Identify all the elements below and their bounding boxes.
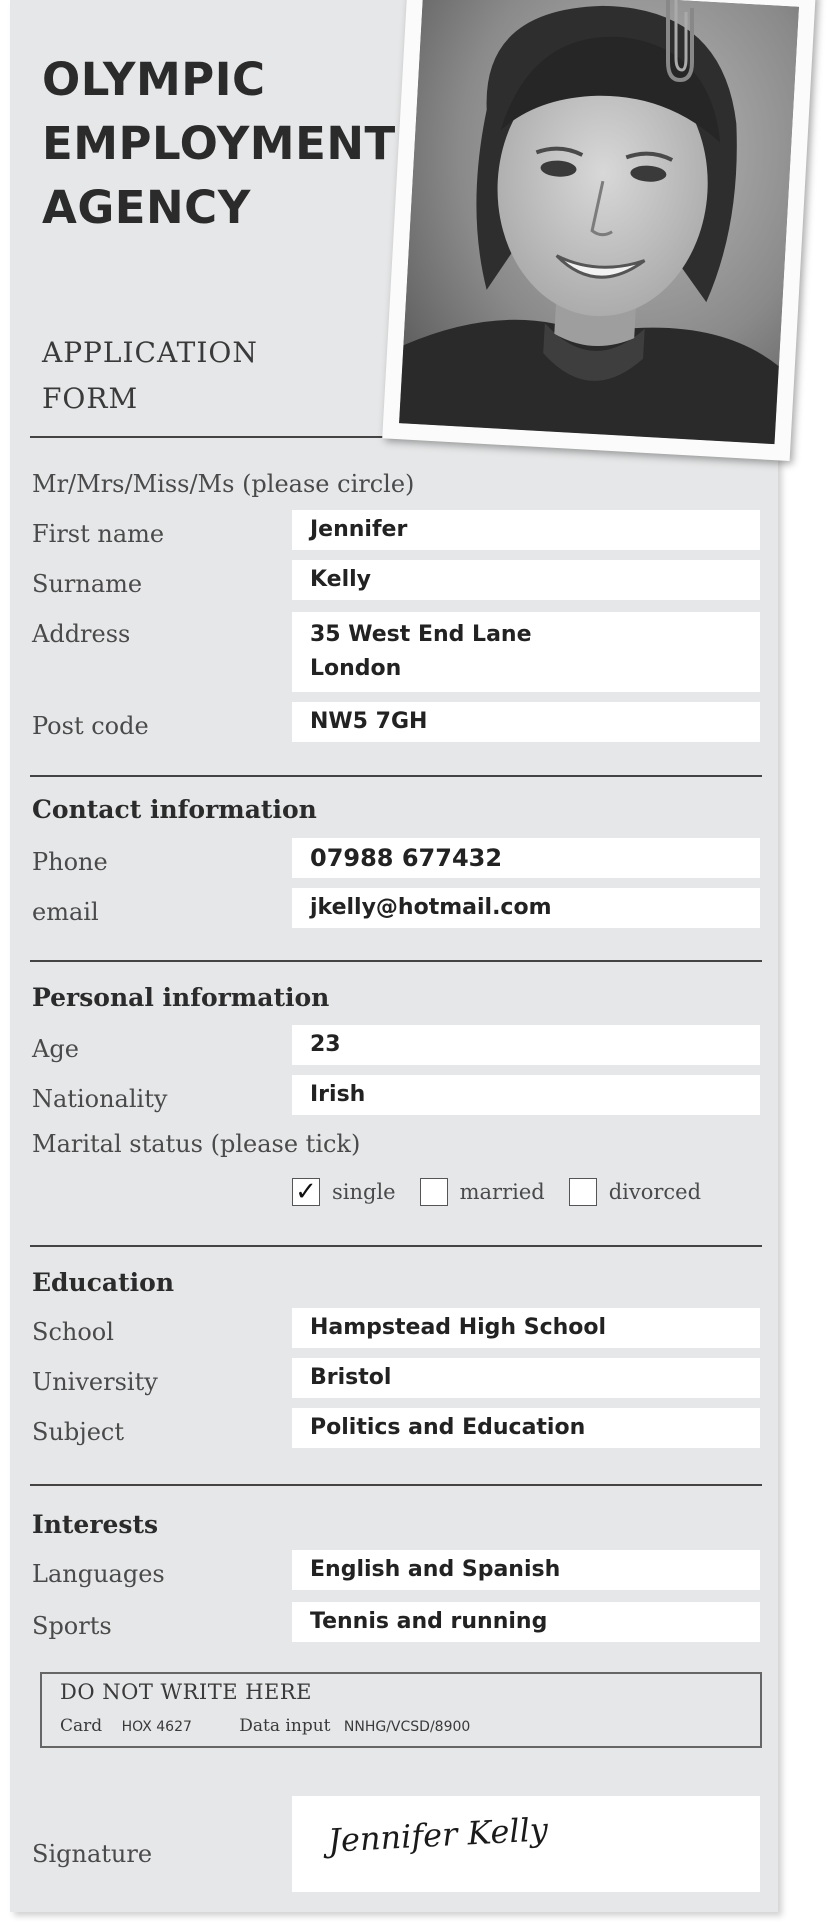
school-field[interactable]: Hampstead High School <box>292 1308 760 1348</box>
applicant-photo <box>399 0 799 445</box>
signature-value: Jennifer Kelly <box>327 1810 549 1860</box>
personal-info-heading: Personal information <box>32 983 330 1012</box>
card-value: HOX 4627 <box>121 1719 192 1735</box>
phone-field[interactable]: 07988 677432 <box>292 838 760 878</box>
nationality-field[interactable]: Irish <box>292 1075 760 1115</box>
divider-interests <box>30 1484 762 1486</box>
address-label: Address <box>32 620 131 648</box>
subject-field[interactable]: Politics and Education <box>292 1408 760 1448</box>
divorced-option-label: divorced <box>608 1180 702 1204</box>
nationality-label: Nationality <box>32 1085 168 1113</box>
agency-name: OLYMPIC EMPLOYMENT AGENCY <box>42 48 396 240</box>
address-field[interactable]: 35 West End Lane London <box>292 612 760 692</box>
agency-name-line-3: AGENCY <box>42 181 251 234</box>
card-label: Card <box>60 1716 103 1736</box>
office-use-details: Card HOX 4627 Data input NNHG/VCSD/8900 <box>60 1716 470 1736</box>
signature-label: Signature <box>32 1840 153 1868</box>
university-label: University <box>32 1368 158 1396</box>
divider-contact <box>30 775 762 777</box>
signature-field[interactable]: Jennifer Kelly <box>292 1796 760 1892</box>
sports-label: Sports <box>32 1612 112 1640</box>
agency-name-line-1: OLYMPIC <box>42 53 266 106</box>
data-input-label: Data input <box>239 1716 331 1736</box>
interests-heading: Interests <box>32 1510 159 1539</box>
applicant-portrait-icon <box>399 0 799 445</box>
divider-education <box>30 1245 762 1247</box>
phone-label: Phone <box>32 848 108 876</box>
office-use-box: DO NOT WRITE HERE Card HOX 4627 Data inp… <box>40 1672 762 1748</box>
single-option-label: single <box>332 1180 396 1204</box>
paperclip-icon <box>666 0 694 83</box>
sports-field[interactable]: Tennis and running <box>292 1602 760 1642</box>
subject-label: Subject <box>32 1418 124 1446</box>
married-checkbox[interactable] <box>419 1178 448 1206</box>
marital-status-options: ✓ single married divorced <box>292 1173 701 1211</box>
languages-field[interactable]: English and Spanish <box>292 1550 760 1590</box>
email-field[interactable]: jkelly@hotmail.com <box>292 888 760 928</box>
agency-name-line-2: EMPLOYMENT <box>42 117 396 170</box>
age-label: Age <box>32 1035 79 1063</box>
title-prompt: Mr/Mrs/Miss/Ms (please circle) <box>32 470 415 498</box>
languages-label: Languages <box>32 1560 165 1588</box>
divider-personal <box>30 960 762 962</box>
married-option-label: married <box>459 1180 545 1204</box>
data-input-value: NNHG/VCSD/8900 <box>343 1719 471 1735</box>
university-field[interactable]: Bristol <box>292 1358 760 1398</box>
surname-label: Surname <box>32 570 143 598</box>
school-label: School <box>32 1318 114 1346</box>
first-name-label: First name <box>32 520 165 548</box>
applicant-photo-frame <box>382 0 816 462</box>
surname-field[interactable]: Kelly <box>292 560 760 600</box>
education-heading: Education <box>32 1268 175 1297</box>
form-title-line-1: APPLICATION <box>42 336 258 369</box>
postcode-label: Post code <box>32 712 149 740</box>
email-label: email <box>32 898 99 926</box>
form-title: APPLICATION FORM <box>42 330 258 422</box>
divorced-checkbox[interactable] <box>568 1178 597 1206</box>
single-checkbox[interactable]: ✓ <box>292 1178 320 1206</box>
office-use-title: DO NOT WRITE HERE <box>60 1680 312 1704</box>
first-name-field[interactable]: Jennifer <box>292 510 760 550</box>
marital-status-label: Marital status (please tick) <box>32 1130 361 1158</box>
contact-heading: Contact information <box>32 795 317 824</box>
postcode-field[interactable]: NW5 7GH <box>292 702 760 742</box>
age-field[interactable]: 23 <box>292 1025 760 1065</box>
form-title-line-2: FORM <box>42 382 139 415</box>
